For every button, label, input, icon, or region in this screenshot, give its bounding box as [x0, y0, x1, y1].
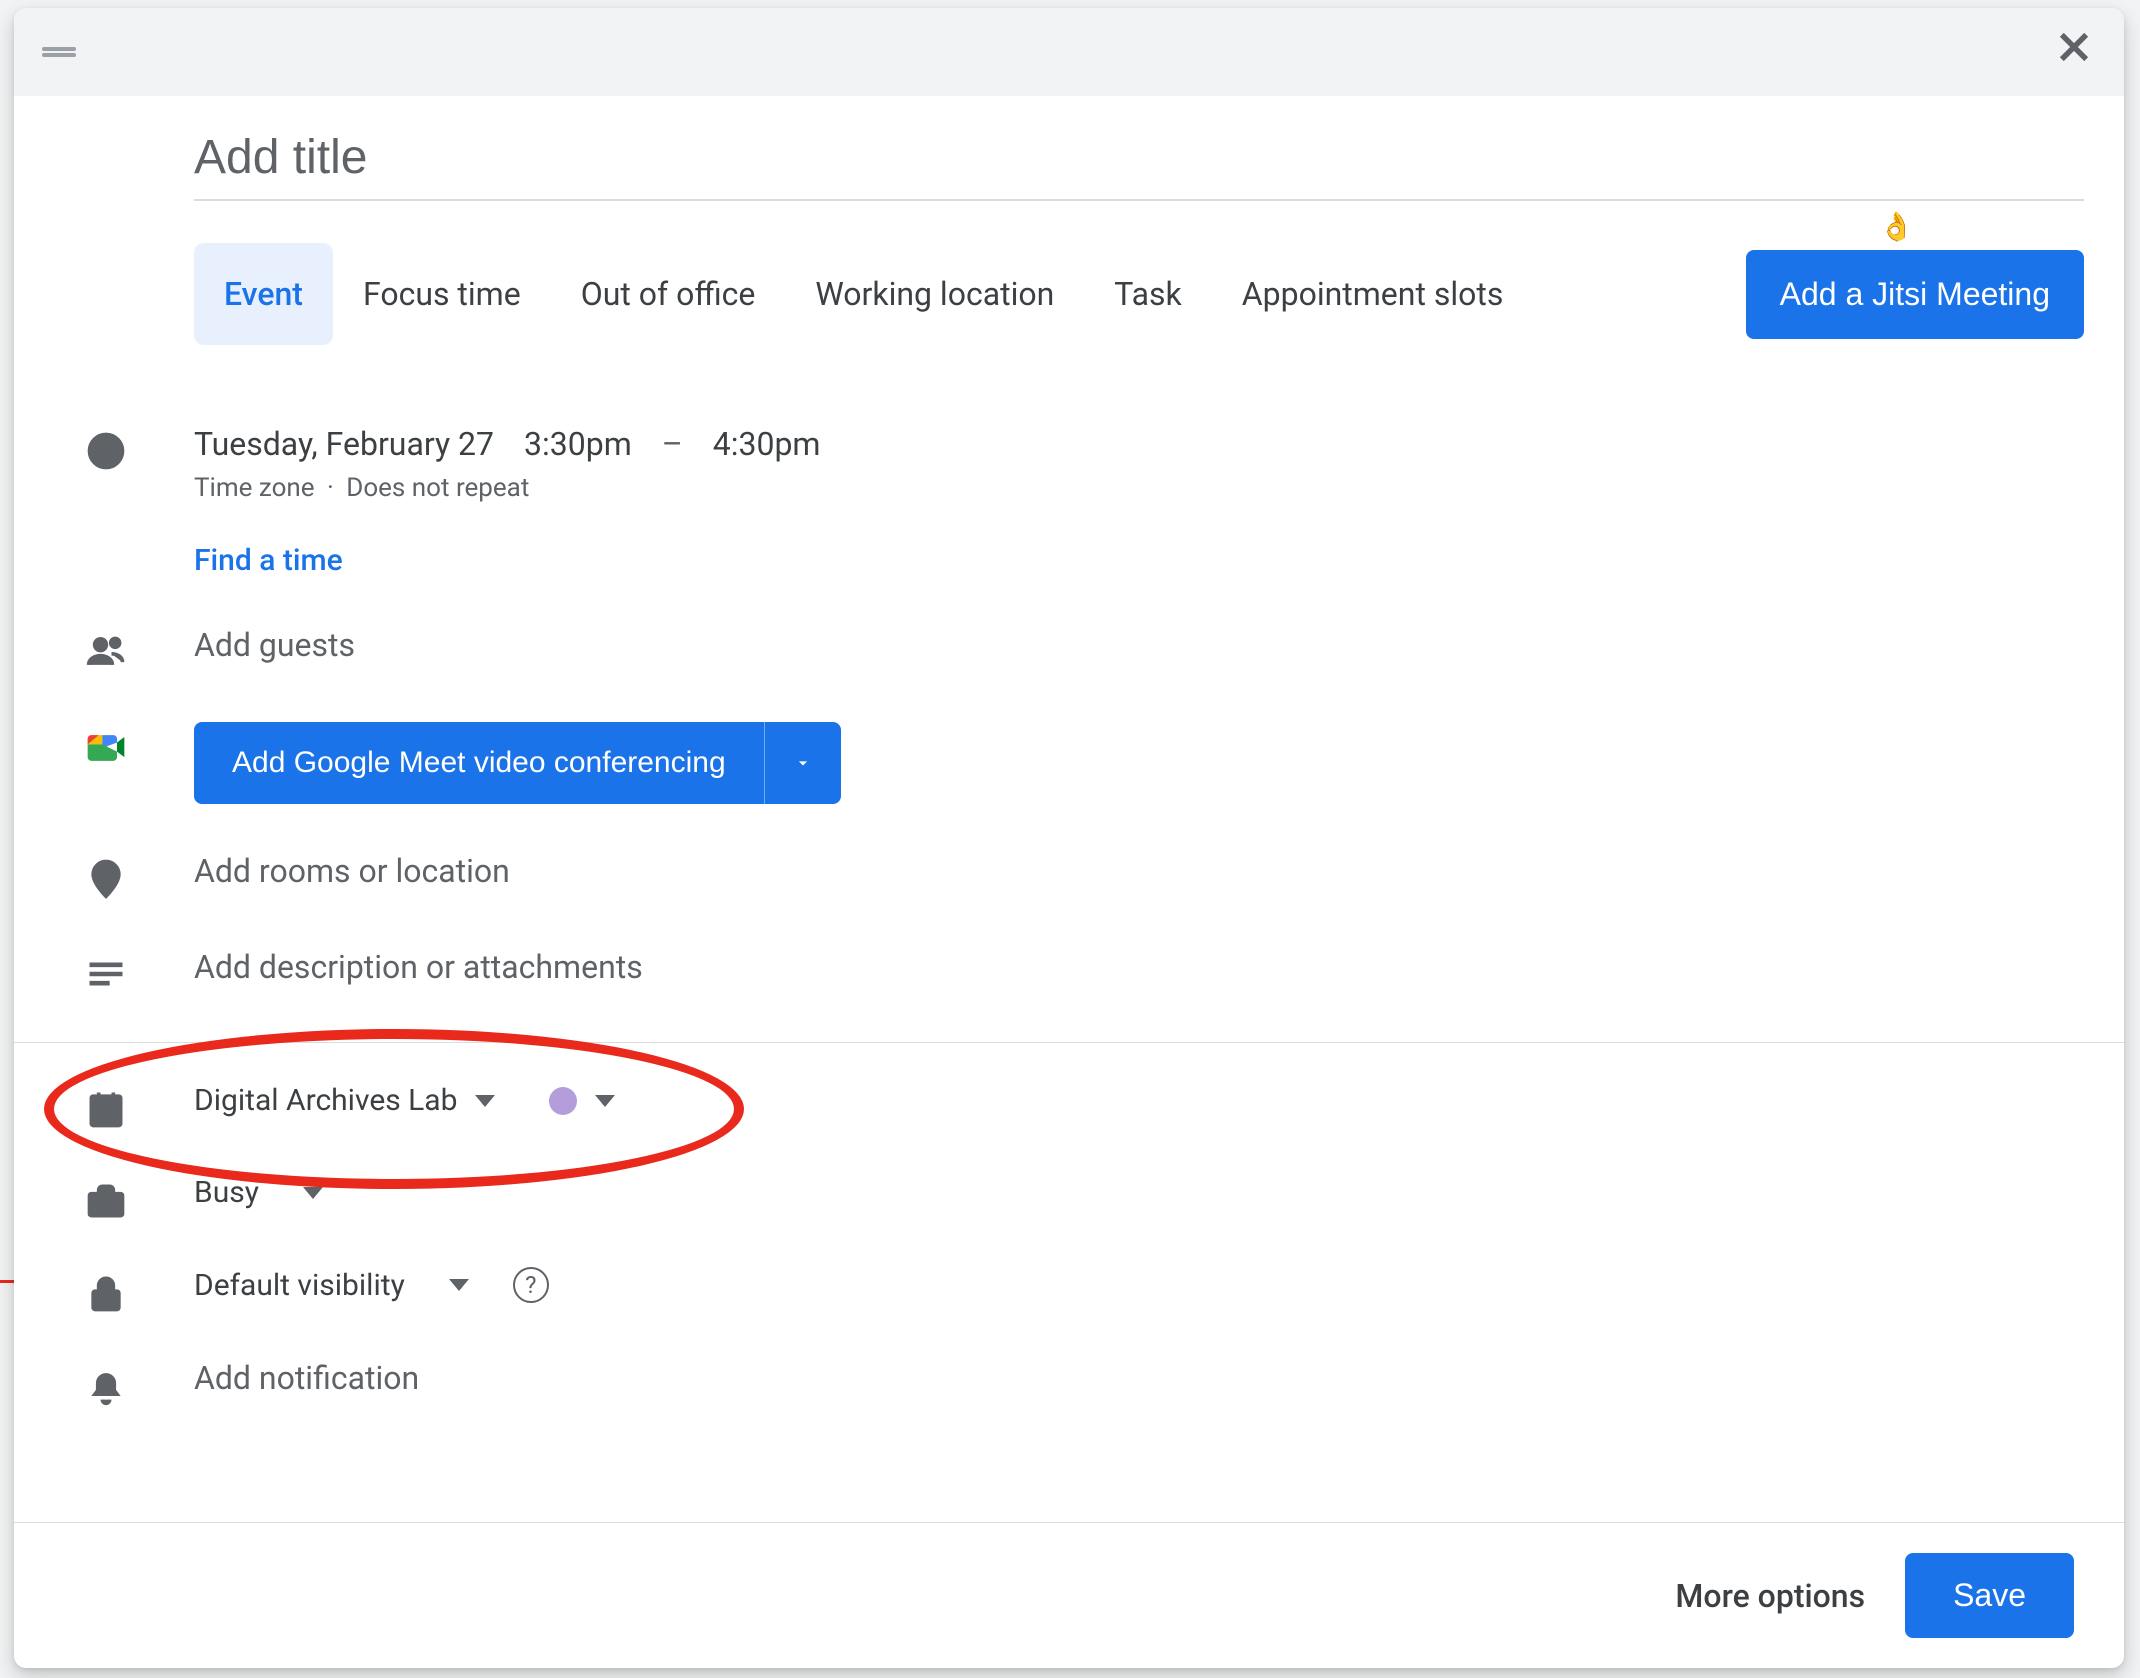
tab-appointment-slots[interactable]: Appointment slots [1212, 243, 1534, 345]
tab-focus-time[interactable]: Focus time [333, 243, 551, 345]
add-location-input[interactable]: Add rooms or location [194, 852, 510, 890]
tab-out-of-office[interactable]: Out of office [551, 243, 786, 345]
clock-icon [84, 429, 128, 473]
description-icon [84, 952, 128, 996]
visibility-select[interactable]: Default visibility [194, 1268, 405, 1303]
add-google-meet-button[interactable]: Add Google Meet video conferencing [194, 722, 764, 804]
event-create-modal: Event Focus time Out of office Working l… [14, 8, 2124, 1668]
close-button[interactable] [2052, 25, 2096, 79]
time-dash: – [662, 425, 683, 463]
modal-content: Event Focus time Out of office Working l… [14, 96, 2124, 1522]
find-a-time-link[interactable]: Find a time [194, 543, 2084, 578]
bell-icon [84, 1363, 128, 1407]
repeat-link[interactable]: Does not repeat [346, 473, 529, 503]
more-options-button[interactable]: More options [1675, 1577, 1865, 1615]
add-description-input[interactable]: Add description or attachments [194, 948, 643, 986]
add-notification-button[interactable]: Add notification [194, 1359, 419, 1397]
calendar-select[interactable]: Digital Archives Lab [194, 1083, 457, 1118]
event-date[interactable]: Tuesday, February 27 [194, 425, 494, 463]
google-meet-icon [84, 726, 128, 770]
briefcase-icon [84, 1179, 128, 1223]
event-end-time[interactable]: 4:30pm [713, 425, 821, 463]
event-title-input[interactable] [194, 96, 2084, 201]
tab-task[interactable]: Task [1084, 243, 1211, 345]
calendar-now-indicator [0, 1280, 14, 1283]
conferencing-options-dropdown[interactable] [764, 722, 841, 804]
drag-handle-icon[interactable] [42, 47, 76, 57]
event-type-tabs: Event Focus time Out of office Working l… [194, 243, 2084, 345]
lock-icon [84, 1271, 128, 1315]
divider [14, 1042, 2124, 1043]
modal-footer: More options Save [14, 1522, 2124, 1668]
location-icon [84, 856, 128, 900]
add-guests-input[interactable]: Add guests [194, 626, 355, 664]
add-jitsi-meeting-button[interactable]: Add a Jitsi Meeting [1746, 250, 2084, 339]
availability-select[interactable]: Busy [194, 1175, 259, 1210]
people-icon [84, 630, 128, 674]
caret-down-icon [303, 1187, 323, 1199]
event-start-time[interactable]: 3:30pm [524, 425, 632, 463]
save-button[interactable]: Save [1905, 1553, 2074, 1638]
visibility-help-button[interactable]: ? [513, 1267, 549, 1303]
caret-down-icon [595, 1095, 615, 1107]
calendar-icon [84, 1087, 128, 1131]
calendar-color-swatch[interactable] [549, 1087, 577, 1115]
caret-down-icon [449, 1279, 469, 1291]
jitsi-icon: 👌 [1879, 210, 1914, 243]
caret-down-icon [475, 1095, 495, 1107]
modal-header [14, 8, 2124, 96]
separator-dot: · [327, 473, 334, 503]
tab-event[interactable]: Event [194, 243, 333, 345]
timezone-link[interactable]: Time zone [194, 473, 315, 503]
tab-working-location[interactable]: Working location [785, 243, 1084, 345]
